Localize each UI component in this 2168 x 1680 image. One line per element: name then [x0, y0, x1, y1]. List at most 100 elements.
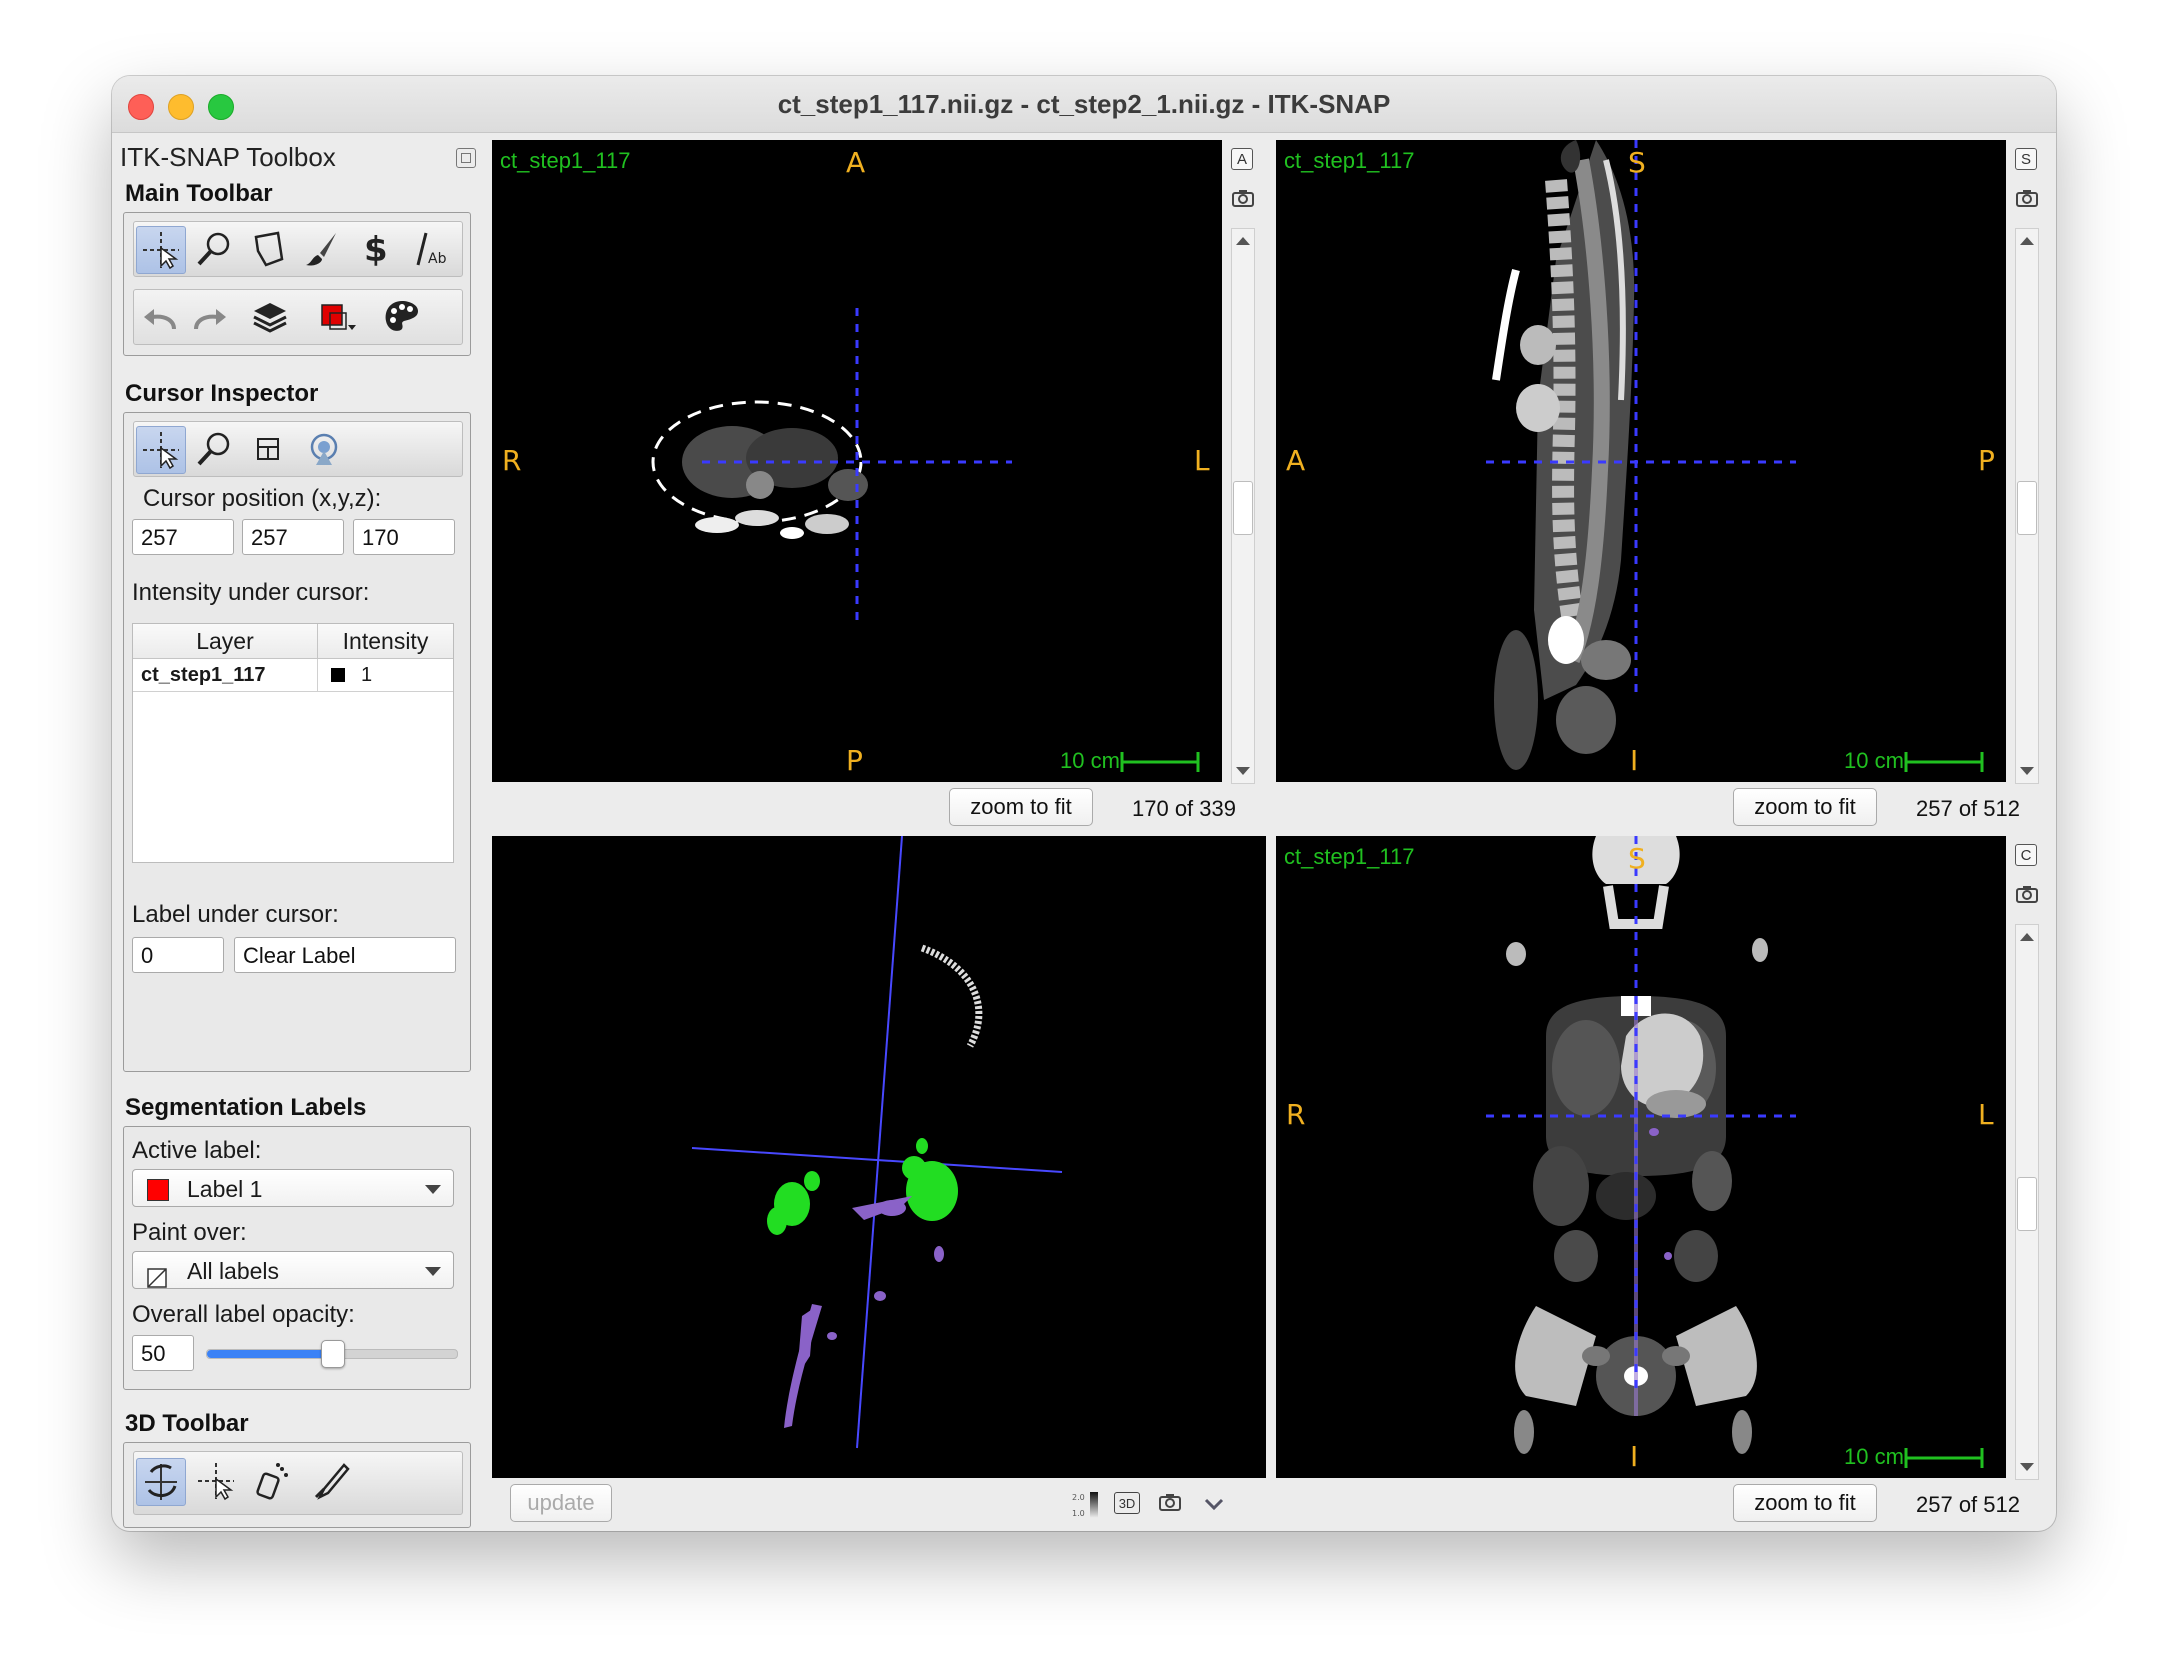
annotation-tool-icon[interactable]: Ab [406, 226, 454, 272]
3d-update-button[interactable]: update [510, 1484, 612, 1522]
opacity-slider-handle[interactable] [321, 1340, 345, 1368]
svg-text:1.0: 1.0 [1072, 1509, 1085, 1518]
axial-orient-top: A [846, 146, 866, 179]
coronal-scale-label: 10 cm [1844, 1444, 1904, 1469]
coronal-slice-image [1486, 836, 1984, 1468]
camera-icon[interactable] [2015, 188, 2039, 213]
camera-icon[interactable] [2015, 884, 2039, 909]
table-row-layer: ct_step1_117 [141, 664, 266, 686]
active-label-caption: Active label: [132, 1137, 262, 1164]
redo-icon[interactable] [186, 294, 234, 340]
camera-icon[interactable] [1158, 1492, 1182, 1517]
svg-text:$: $ [364, 230, 388, 269]
toolbox-title: ITK-SNAP Toolbox [120, 142, 336, 172]
paintbrush-tool-icon[interactable] [298, 226, 346, 272]
axial-orient-bottom: P [846, 744, 863, 777]
cursor-y-field[interactable]: 257 [242, 519, 344, 555]
sagittal-scroll-thumb[interactable] [2017, 481, 2037, 535]
svg-text:2.0: 2.0 [1072, 1493, 1085, 1502]
scroll-up-arrow[interactable] [2020, 933, 2034, 941]
sync-broadcast-icon[interactable] [300, 426, 348, 472]
chevron-down-icon[interactable] [1202, 1494, 1226, 1519]
3d-scalpel-icon[interactable] [306, 1458, 354, 1504]
3d-crosshair-icon[interactable] [192, 1458, 240, 1504]
main-toolbar-title: Main Toolbar [125, 180, 273, 207]
layout-grid-icon[interactable] [244, 426, 292, 472]
3d-render-view[interactable] [492, 836, 1266, 1478]
axial-scale-label: 10 cm [1060, 748, 1120, 773]
scroll-down-arrow[interactable] [1236, 767, 1250, 775]
svg-text:Ab: Ab [428, 251, 447, 267]
edit-tools-row [133, 289, 463, 345]
intensity-label: Intensity under cursor: [132, 579, 370, 606]
coronal-slice-count: 257 of 512 [1916, 1492, 2020, 1517]
sagittal-orient-bottom: I [1630, 744, 1639, 777]
scroll-down-arrow[interactable] [2020, 767, 2034, 775]
3d-spray-icon[interactable] [248, 1458, 296, 1504]
main-toolbar-panel: $ Ab [123, 212, 471, 356]
undo-icon[interactable] [136, 294, 184, 340]
3d-tools-row [133, 1451, 463, 1515]
intensity-column-header[interactable]: Intensity [318, 624, 453, 659]
scale-legend-icon[interactable]: 2.0 1.0 [1072, 1490, 1102, 1525]
axial-zoom-to-fit-button[interactable]: zoom to fit [949, 788, 1093, 826]
sagittal-slice-scrollbar[interactable] [2015, 228, 2039, 784]
itksnap-window: ct_step1_117.nii.gz - ct_step2_1.nii.gz … [112, 76, 2056, 1531]
sagittal-slice-count: 257 of 512 [1916, 796, 2020, 821]
sagittal-orient-left: A [1286, 444, 1306, 477]
sagittal-view[interactable]: ct_step1_117 S I A P 10 cm [1276, 140, 2006, 782]
coronal-view-mode-button[interactable]: C [2015, 844, 2037, 866]
coronal-slice-scrollbar[interactable] [2015, 924, 2039, 1480]
intensity-color-swatch [331, 668, 345, 682]
3d-rotate-icon[interactable] [136, 1458, 186, 1506]
sagittal-view-mode-button[interactable]: S [2015, 148, 2037, 170]
sagittal-layer-label: ct_step1_117 [1284, 148, 1415, 173]
coronal-scroll-thumb[interactable] [2017, 1177, 2037, 1231]
zoom-mode-icon[interactable] [190, 426, 238, 472]
coronal-zoom-to-fit-button[interactable]: zoom to fit [1733, 1484, 1877, 1522]
label-color-icon[interactable] [314, 294, 362, 340]
3d-toolbar-panel [123, 1442, 471, 1528]
label-id-field[interactable]: 0 [132, 937, 224, 973]
label-name-field[interactable]: Clear Label [234, 937, 456, 973]
all-labels-icon [147, 1261, 167, 1288]
crosshair-mode-icon[interactable] [136, 426, 186, 474]
polygon-tool-icon[interactable] [244, 226, 292, 272]
axial-scroll-thumb[interactable] [1233, 481, 1253, 535]
cursor-position-label: Cursor position (x,y,z): [143, 485, 382, 512]
scroll-up-arrow[interactable] [2020, 237, 2034, 245]
3d-toolbar-title: 3D Toolbar [125, 1410, 249, 1437]
axial-view[interactable]: ct_step1_117 A P R L 10 cm [492, 140, 1222, 782]
opacity-field[interactable]: 50 [132, 1335, 194, 1371]
sagittal-orient-right: P [1978, 444, 1995, 477]
layer-column-header[interactable]: Layer [133, 624, 318, 659]
scroll-up-arrow[interactable] [1236, 237, 1250, 245]
axial-view-mode-button[interactable]: A [1231, 148, 1253, 170]
paint-over-caption: Paint over: [132, 1219, 247, 1246]
layers-icon[interactable] [246, 294, 294, 340]
zoom-tool-icon[interactable] [190, 226, 238, 272]
sagittal-zoom-to-fit-button[interactable]: zoom to fit [1733, 788, 1877, 826]
3d-view-mode-icon[interactable]: 3D [1114, 1492, 1140, 1514]
paint-over-dropdown[interactable]: All labels [132, 1251, 454, 1289]
coronal-orient-left: R [1286, 1098, 1306, 1131]
crosshair-tool-icon[interactable] [136, 226, 186, 274]
cursor-z-field[interactable]: 170 [353, 519, 455, 555]
snake-tool-icon[interactable]: $ [352, 226, 400, 272]
undock-icon[interactable] [456, 148, 476, 168]
palette-icon[interactable] [378, 294, 426, 340]
scroll-down-arrow[interactable] [2020, 1463, 2034, 1471]
cursor-x-field[interactable]: 257 [132, 519, 234, 555]
active-label-dropdown[interactable]: Label 1 [132, 1169, 454, 1207]
axial-orient-left: R [502, 444, 522, 477]
opacity-slider[interactable] [206, 1340, 458, 1368]
camera-icon[interactable] [1231, 188, 1255, 213]
axial-layer-label: ct_step1_117 [500, 148, 631, 173]
coronal-side-controls: C [2011, 836, 2041, 1480]
title-bar: ct_step1_117.nii.gz - ct_step2_1.nii.gz … [112, 76, 2056, 133]
sagittal-side-controls: S [2011, 140, 2041, 784]
sagittal-orient-top: S [1628, 146, 1646, 179]
coronal-orient-bottom: I [1630, 1440, 1639, 1473]
axial-slice-scrollbar[interactable] [1231, 228, 1255, 784]
coronal-view[interactable]: ct_step1_117 S I R L 10 cm [1276, 836, 2006, 1478]
